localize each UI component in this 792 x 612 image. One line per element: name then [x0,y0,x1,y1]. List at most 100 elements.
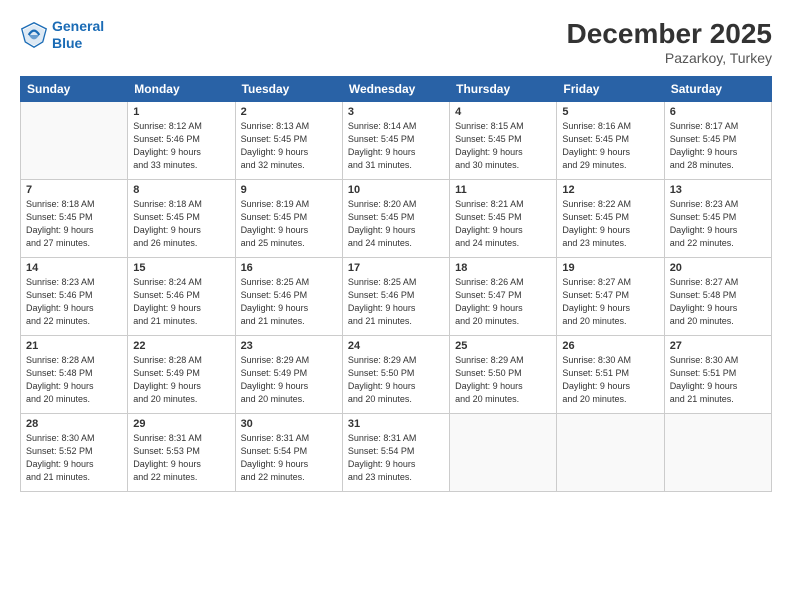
header-saturday: Saturday [664,77,771,102]
day-number: 26 [562,340,658,352]
day-info: Sunrise: 8:28 AMSunset: 5:48 PMDaylight:… [26,354,122,406]
day-number: 10 [348,184,444,196]
calendar-cell: 30 Sunrise: 8:31 AMSunset: 5:54 PMDayligh… [235,414,342,492]
day-number: 27 [670,340,766,352]
day-info: Sunrise: 8:31 AMSunset: 5:53 PMDaylight:… [133,432,229,484]
main-title: December 2025 [567,18,772,50]
day-info: Sunrise: 8:24 AMSunset: 5:46 PMDaylight:… [133,276,229,328]
calendar-cell: 5 Sunrise: 8:16 AMSunset: 5:45 PMDaylight… [557,102,664,180]
calendar-cell: 12 Sunrise: 8:22 AMSunset: 5:45 PMDayligh… [557,180,664,258]
day-number: 28 [26,418,122,430]
day-number: 20 [670,262,766,274]
week-row-0: 1 Sunrise: 8:12 AMSunset: 5:46 PMDaylight… [21,102,772,180]
day-number: 18 [455,262,551,274]
day-number: 30 [241,418,337,430]
day-info: Sunrise: 8:21 AMSunset: 5:45 PMDaylight:… [455,198,551,250]
day-number: 7 [26,184,122,196]
day-info: Sunrise: 8:27 AMSunset: 5:48 PMDaylight:… [670,276,766,328]
day-number: 6 [670,106,766,118]
calendar-cell: 14 Sunrise: 8:23 AMSunset: 5:46 PMDayligh… [21,258,128,336]
day-info: Sunrise: 8:16 AMSunset: 5:45 PMDaylight:… [562,120,658,172]
calendar-cell: 2Sunrise: 8:13 AMSunset: 5:45 PMDaylight… [235,102,342,180]
day-info: Sunrise: 8:29 AMSunset: 5:50 PMDaylight:… [455,354,551,406]
day-info: Sunrise: 8:25 AMSunset: 5:46 PMDaylight:… [241,276,337,328]
calendar-cell: 7 Sunrise: 8:18 AMSunset: 5:45 PMDaylight… [21,180,128,258]
day-info: Sunrise: 8:15 AMSunset: 5:45 PMDaylight:… [455,120,551,172]
calendar-cell: 22 Sunrise: 8:28 AMSunset: 5:49 PMDayligh… [128,336,235,414]
day-info: Sunrise: 8:23 AMSunset: 5:46 PMDaylight:… [26,276,122,328]
logo: General Blue [20,18,104,52]
day-number: 14 [26,262,122,274]
day-number: 13 [670,184,766,196]
calendar-cell: 31Sunrise: 8:31 AMSunset: 5:54 PMDayligh… [342,414,449,492]
subtitle: Pazarkoy, Turkey [567,50,772,66]
day-number: 3 [348,106,444,118]
day-info: Sunrise: 8:30 AMSunset: 5:51 PMDaylight:… [562,354,658,406]
week-row-2: 14 Sunrise: 8:23 AMSunset: 5:46 PMDayligh… [21,258,772,336]
day-info: Sunrise: 8:18 AMSunset: 5:45 PMDaylight:… [26,198,122,250]
calendar-cell: 16 Sunrise: 8:25 AMSunset: 5:46 PMDayligh… [235,258,342,336]
calendar-cell: 21Sunrise: 8:28 AMSunset: 5:48 PMDayligh… [21,336,128,414]
calendar-table: Sunday Monday Tuesday Wednesday Thursday… [20,76,772,492]
day-info: Sunrise: 8:23 AMSunset: 5:45 PMDaylight:… [670,198,766,250]
week-row-3: 21Sunrise: 8:28 AMSunset: 5:48 PMDayligh… [21,336,772,414]
day-number: 2 [241,106,337,118]
header: General Blue December 2025 Pazarkoy, Tur… [20,18,772,66]
day-number: 11 [455,184,551,196]
day-info: Sunrise: 8:18 AMSunset: 5:45 PMDaylight:… [133,198,229,250]
day-info: Sunrise: 8:30 AMSunset: 5:51 PMDaylight:… [670,354,766,406]
weekday-header-row: Sunday Monday Tuesday Wednesday Thursday… [21,77,772,102]
day-number: 12 [562,184,658,196]
week-row-1: 7 Sunrise: 8:18 AMSunset: 5:45 PMDaylight… [21,180,772,258]
calendar-cell: 25Sunrise: 8:29 AMSunset: 5:50 PMDayligh… [450,336,557,414]
calendar-cell: 11 Sunrise: 8:21 AMSunset: 5:45 PMDayligh… [450,180,557,258]
day-number: 23 [241,340,337,352]
calendar-cell: 27 Sunrise: 8:30 AMSunset: 5:51 PMDayligh… [664,336,771,414]
header-friday: Friday [557,77,664,102]
calendar-cell: 15 Sunrise: 8:24 AMSunset: 5:46 PMDayligh… [128,258,235,336]
calendar-cell: 17 Sunrise: 8:25 AMSunset: 5:46 PMDayligh… [342,258,449,336]
calendar-cell: 1 Sunrise: 8:12 AMSunset: 5:46 PMDaylight… [128,102,235,180]
header-tuesday: Tuesday [235,77,342,102]
calendar-cell: 9Sunrise: 8:19 AMSunset: 5:45 PMDaylight… [235,180,342,258]
day-info: Sunrise: 8:12 AMSunset: 5:46 PMDaylight:… [133,120,229,172]
calendar-cell: 8Sunrise: 8:18 AMSunset: 5:45 PMDaylight… [128,180,235,258]
day-info: Sunrise: 8:29 AMSunset: 5:50 PMDaylight:… [348,354,444,406]
calendar-cell: 6 Sunrise: 8:17 AMSunset: 5:45 PMDaylight… [664,102,771,180]
calendar-cell [557,414,664,492]
calendar-cell: 10Sunrise: 8:20 AMSunset: 5:45 PMDayligh… [342,180,449,258]
page: General Blue December 2025 Pazarkoy, Tur… [0,0,792,612]
title-area: December 2025 Pazarkoy, Turkey [567,18,772,66]
day-number: 1 [133,106,229,118]
calendar-cell: 29 Sunrise: 8:31 AMSunset: 5:53 PMDayligh… [128,414,235,492]
day-info: Sunrise: 8:17 AMSunset: 5:45 PMDaylight:… [670,120,766,172]
day-info: Sunrise: 8:28 AMSunset: 5:49 PMDaylight:… [133,354,229,406]
day-info: Sunrise: 8:31 AMSunset: 5:54 PMDaylight:… [241,432,337,484]
day-info: Sunrise: 8:27 AMSunset: 5:47 PMDaylight:… [562,276,658,328]
header-thursday: Thursday [450,77,557,102]
day-info: Sunrise: 8:30 AMSunset: 5:52 PMDaylight:… [26,432,122,484]
day-number: 4 [455,106,551,118]
day-number: 16 [241,262,337,274]
calendar-cell: 26 Sunrise: 8:30 AMSunset: 5:51 PMDayligh… [557,336,664,414]
day-number: 22 [133,340,229,352]
day-info: Sunrise: 8:25 AMSunset: 5:46 PMDaylight:… [348,276,444,328]
logo-text: General Blue [52,18,104,52]
calendar-cell: 18 Sunrise: 8:26 AMSunset: 5:47 PMDayligh… [450,258,557,336]
calendar-cell: 24Sunrise: 8:29 AMSunset: 5:50 PMDayligh… [342,336,449,414]
day-number: 15 [133,262,229,274]
header-monday: Monday [128,77,235,102]
calendar-cell: 28 Sunrise: 8:30 AMSunset: 5:52 PMDayligh… [21,414,128,492]
day-number: 19 [562,262,658,274]
day-info: Sunrise: 8:31 AMSunset: 5:54 PMDaylight:… [348,432,444,484]
day-info: Sunrise: 8:22 AMSunset: 5:45 PMDaylight:… [562,198,658,250]
week-row-4: 28 Sunrise: 8:30 AMSunset: 5:52 PMDayligh… [21,414,772,492]
calendar-cell [664,414,771,492]
day-number: 17 [348,262,444,274]
calendar-cell: 23Sunrise: 8:29 AMSunset: 5:49 PMDayligh… [235,336,342,414]
day-number: 5 [562,106,658,118]
header-wednesday: Wednesday [342,77,449,102]
calendar-cell [21,102,128,180]
day-number: 29 [133,418,229,430]
day-info: Sunrise: 8:26 AMSunset: 5:47 PMDaylight:… [455,276,551,328]
